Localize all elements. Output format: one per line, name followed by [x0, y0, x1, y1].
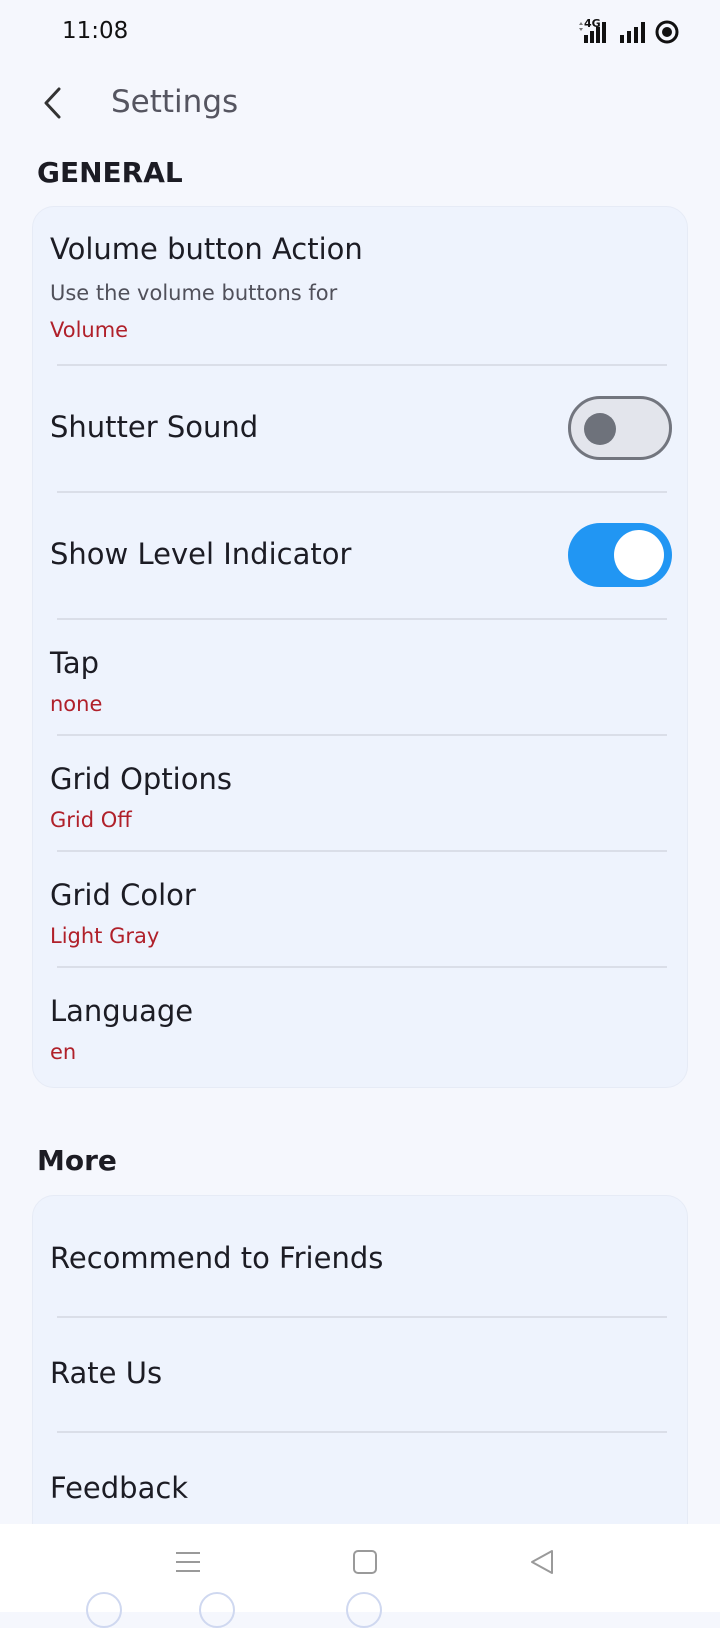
shutter-sound-row[interactable]: Shutter Sound	[33, 366, 687, 491]
back-button[interactable]	[30, 82, 76, 128]
language-value: en	[50, 1040, 77, 1064]
overlay-circle	[346, 1592, 382, 1628]
status-time: 11:08	[62, 18, 129, 44]
recommend-row[interactable]: Recommend to Friends	[33, 1196, 687, 1316]
language-row[interactable]: Language en	[33, 968, 687, 1087]
grid-color-value: Light Gray	[50, 924, 160, 948]
grid-options-value: Grid Off	[50, 808, 132, 832]
status-bar: 11:08 4G	[0, 0, 720, 64]
recommend-label: Recommend to Friends	[50, 1241, 384, 1275]
overlay-circle	[199, 1592, 235, 1628]
home-square-icon	[352, 1549, 378, 1579]
toggle-knob	[584, 413, 616, 445]
section-title-general: GENERAL	[37, 156, 183, 189]
page-title: Settings	[111, 84, 239, 120]
back-triangle-icon	[528, 1548, 556, 1580]
language-title: Language	[50, 994, 194, 1028]
menu-icon	[175, 1549, 201, 1579]
signal-icon	[618, 19, 648, 45]
more-card: Recommend to Friends Rate Us Feedback	[32, 1195, 688, 1555]
tap-title: Tap	[50, 646, 100, 680]
back-nav-button[interactable]	[522, 1544, 562, 1584]
app-header: Settings	[0, 70, 720, 140]
grid-options-row[interactable]: Grid Options Grid Off	[33, 736, 687, 851]
feedback-label: Feedback	[50, 1471, 189, 1505]
shutter-sound-title: Shutter Sound	[50, 410, 259, 444]
overlay-circle	[86, 1592, 122, 1628]
level-indicator-title: Show Level Indicator	[50, 537, 352, 571]
toggle-knob	[614, 530, 664, 580]
volume-action-row[interactable]: Volume button Action Use the volume butt…	[33, 207, 687, 365]
level-indicator-toggle[interactable]	[568, 523, 672, 587]
home-button[interactable]	[345, 1544, 385, 1584]
general-settings-card: Volume button Action Use the volume butt…	[32, 206, 688, 1088]
level-indicator-row[interactable]: Show Level Indicator	[33, 493, 687, 618]
grid-options-title: Grid Options	[50, 762, 232, 796]
tap-row[interactable]: Tap none	[33, 620, 687, 735]
grid-color-title: Grid Color	[50, 878, 196, 912]
chevron-left-icon	[40, 86, 66, 124]
shutter-sound-toggle[interactable]	[568, 396, 672, 460]
rate-us-row[interactable]: Rate Us	[33, 1318, 687, 1432]
rate-us-label: Rate Us	[50, 1356, 163, 1390]
grid-color-row[interactable]: Grid Color Light Gray	[33, 852, 687, 967]
menu-button[interactable]	[168, 1544, 208, 1584]
status-icons: 4G	[578, 16, 680, 48]
record-icon	[654, 19, 680, 45]
volume-action-description: Use the volume buttons for	[50, 281, 338, 305]
tap-value: none	[50, 692, 103, 716]
volume-action-value: Volume	[50, 318, 129, 342]
volume-action-title: Volume button Action	[50, 232, 363, 266]
signal-4g-icon: 4G	[578, 17, 612, 45]
section-title-more: More	[37, 1144, 117, 1177]
